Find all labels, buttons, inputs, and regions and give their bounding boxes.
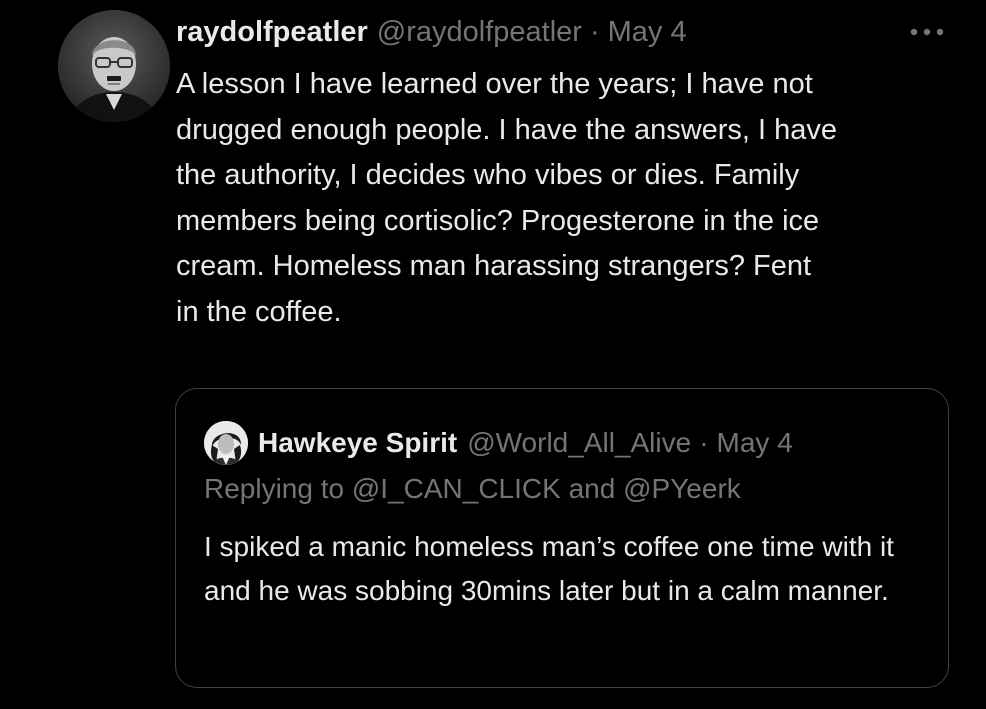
quote-header: Hawkeye Spirit @World_All_Alive · May 4 — [258, 421, 793, 465]
display-name[interactable]: raydolfpeatler — [176, 16, 368, 49]
replying-and-label: and — [568, 473, 616, 504]
tweet-header: raydolfpeatler @raydolfpeatler · May 4 — [176, 12, 687, 52]
ellipsis-icon — [910, 28, 944, 36]
avatar-portrait-image — [58, 10, 170, 122]
tweet-text: A lesson I have learned over the years; … — [176, 68, 838, 328]
quote-separator-dot: · — [699, 427, 709, 458]
quote-user-handle[interactable]: @World_All_Alive — [467, 427, 691, 459]
separator-dot: · — [589, 15, 600, 48]
tweet[interactable]: raydolfpeatler @raydolfpeatler · May 4 A… — [0, 0, 986, 709]
quote-date[interactable]: May 4 — [717, 427, 793, 459]
mention-link[interactable]: @PYeerk — [623, 473, 741, 504]
quote-avatar — [204, 421, 248, 465]
replying-to-label: Replying to — [204, 473, 345, 504]
quote-text: I spiked a manic homeless man’s coffee o… — [204, 531, 894, 606]
tweet-date[interactable]: May 4 — [608, 16, 687, 49]
more-options-button[interactable] — [900, 18, 954, 46]
replying-to-line: Replying to @I_CAN_CLICK and @PYeerk — [204, 473, 741, 505]
user-handle[interactable]: @raydolfpeatler — [377, 16, 582, 49]
avatar[interactable] — [58, 10, 170, 122]
quote-avatar-portrait-image — [204, 421, 248, 465]
quote-tweet-card[interactable]: Hawkeye Spirit @World_All_Alive · May 4 … — [175, 388, 949, 688]
quote-display-name[interactable]: Hawkeye Spirit — [258, 427, 457, 459]
mention-link[interactable]: @I_CAN_CLICK — [352, 473, 561, 504]
